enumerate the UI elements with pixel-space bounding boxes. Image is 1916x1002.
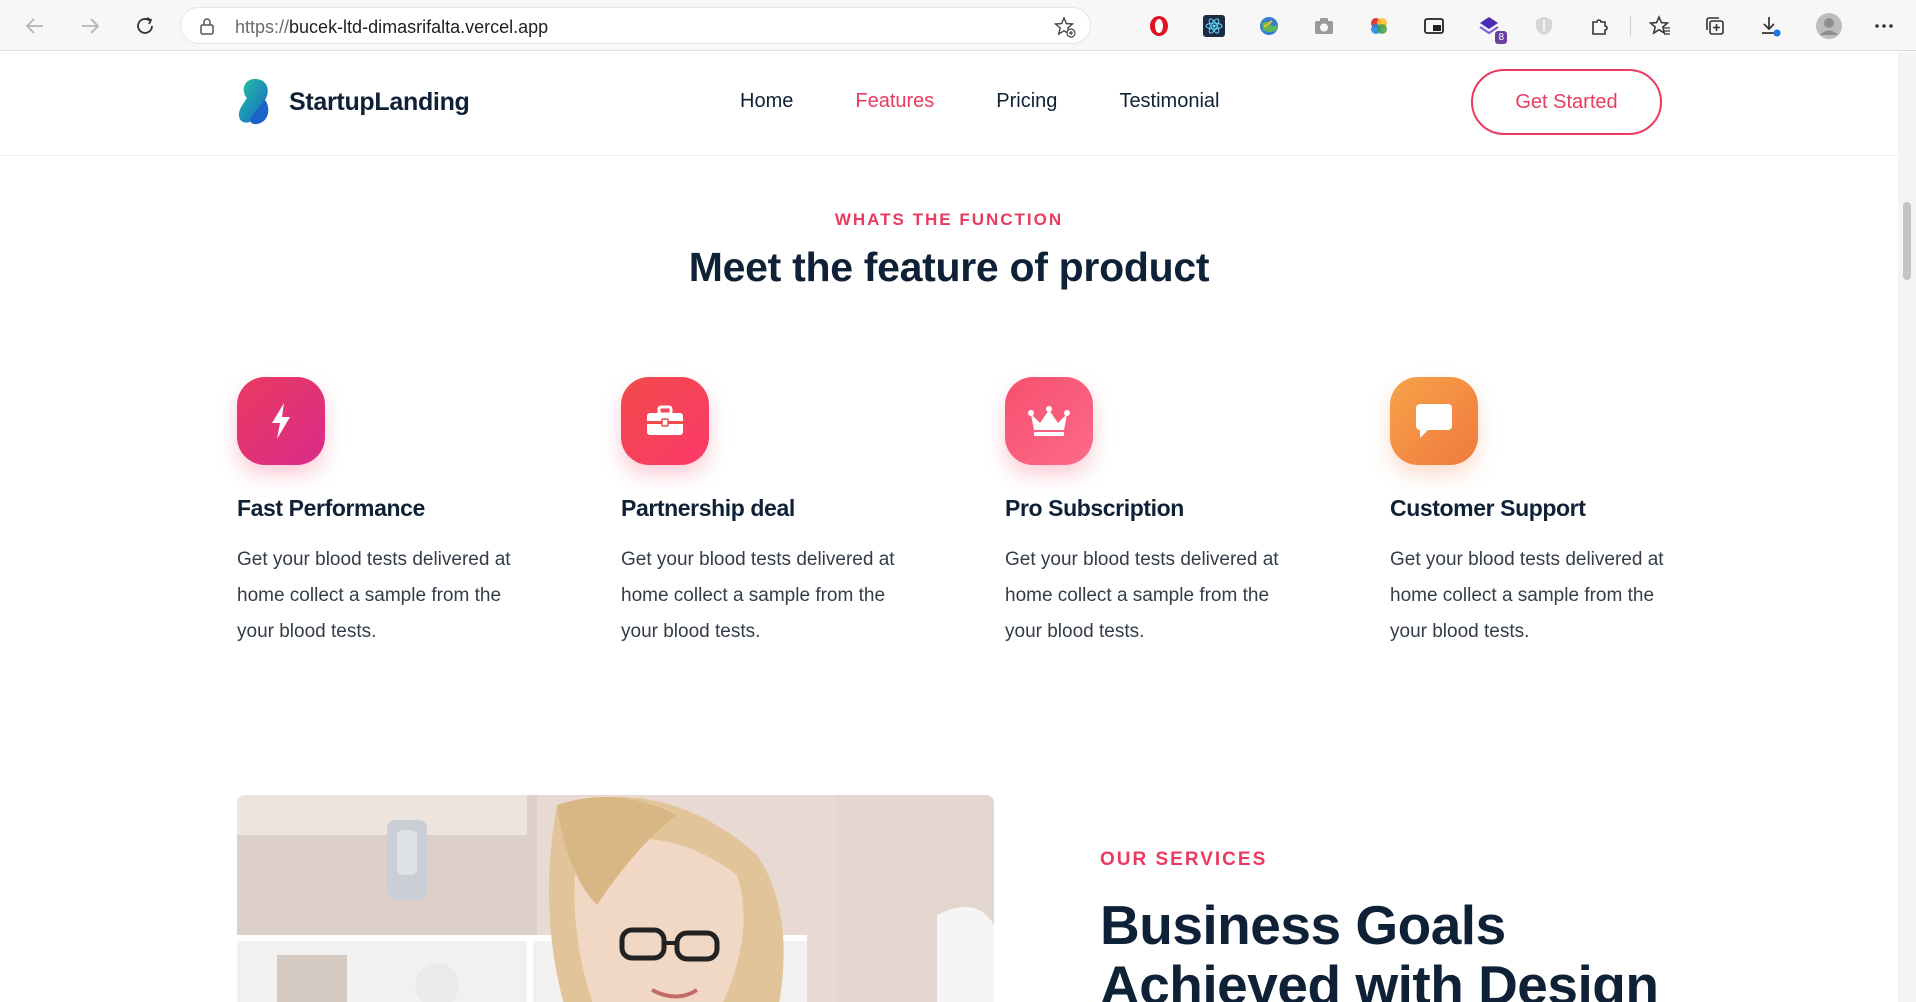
- stack-extension-icon[interactable]: 8: [1475, 12, 1507, 44]
- woman-with-glasses-image: [237, 795, 994, 1002]
- toolbar-divider: [1630, 16, 1631, 36]
- arrow-left-icon: [25, 18, 43, 34]
- extension-badge: 8: [1495, 31, 1507, 44]
- feature-title: Partnership deal: [621, 495, 795, 521]
- feature-description: Get your blood tests delivered at home c…: [1005, 549, 1279, 642]
- picture-in-picture-icon[interactable]: [1420, 12, 1448, 40]
- main-nav: Home Features Pricing Testimonial: [740, 90, 1281, 113]
- reload-icon: [137, 17, 153, 34]
- favorites-icon[interactable]: [1646, 12, 1674, 40]
- page-scrollbar[interactable]: [1898, 52, 1916, 1002]
- feature-card-fast-performance: Fast Performance Get your blood tests de…: [237, 377, 537, 650]
- downloads-icon[interactable]: [1756, 12, 1784, 40]
- feature-title: Fast Performance: [237, 495, 425, 521]
- feature-title: Pro Subscription: [1005, 495, 1184, 521]
- lock-icon: [199, 17, 215, 40]
- url-host: bucek-ltd-dimasrifalta.vercel.app: [289, 17, 549, 37]
- nav-home[interactable]: Home: [740, 90, 793, 113]
- opera-extension-icon[interactable]: [1145, 12, 1173, 40]
- services-photo: [237, 795, 994, 1002]
- scrollbar-thumb[interactable]: [1903, 202, 1911, 280]
- arrow-right-icon: [82, 18, 100, 34]
- brand-logo[interactable]: StartupLanding: [237, 78, 470, 126]
- add-favorite-icon[interactable]: [1053, 16, 1076, 43]
- feature-icon-box: [1005, 377, 1093, 465]
- back-button[interactable]: [21, 12, 49, 40]
- brand-name: StartupLanding: [289, 87, 470, 116]
- nav-pricing[interactable]: Pricing: [996, 90, 1057, 113]
- address-bar[interactable]: https://bucek-ltd-dimasrifalta.vercel.ap…: [180, 7, 1091, 44]
- reload-button[interactable]: [131, 12, 159, 40]
- feature-icon-box: [1390, 377, 1478, 465]
- feature-card-customer-support: Customer Support Get your blood tests de…: [1390, 377, 1690, 650]
- lightning-icon: [272, 403, 290, 439]
- profile-avatar-icon[interactable]: [1815, 12, 1843, 40]
- url-protocol: https://: [235, 17, 290, 37]
- briefcase-icon: [647, 405, 683, 435]
- color-picker-icon[interactable]: [1365, 12, 1393, 40]
- feature-card-partnership-deal: Partnership deal Get your blood tests de…: [621, 377, 921, 650]
- feature-card-pro-subscription: Pro Subscription Get your blood tests de…: [1005, 377, 1305, 650]
- browser-toolbar: https://bucek-ltd-dimasrifalta.vercel.ap…: [0, 0, 1916, 51]
- logo-mark-icon: [238, 79, 269, 125]
- services-kicker: OUR SERVICES: [1100, 849, 1268, 870]
- site-header: StartupLanding Home Features Pricing Tes…: [0, 52, 1898, 156]
- feature-description: Get your blood tests delivered at home c…: [1390, 549, 1664, 642]
- feature-title: Customer Support: [1390, 495, 1586, 521]
- globe-extension-icon[interactable]: [1255, 12, 1283, 40]
- more-menu-icon[interactable]: [1870, 12, 1898, 40]
- features-title: Meet the feature of product: [688, 244, 1210, 290]
- crown-icon: [1028, 406, 1070, 436]
- nav-testimonial[interactable]: Testimonial: [1119, 90, 1219, 113]
- forward-button[interactable]: [76, 12, 104, 40]
- extensions-puzzle-icon[interactable]: [1585, 12, 1613, 40]
- feature-description: Get your blood tests delivered at home c…: [621, 549, 895, 642]
- feature-icon-box: [237, 377, 325, 465]
- collections-icon[interactable]: [1701, 12, 1729, 40]
- chat-icon: [1416, 404, 1452, 438]
- services-title: Business Goals Achieved with Design: [1100, 894, 1659, 1002]
- shield-extension-icon[interactable]: [1530, 12, 1558, 40]
- camera-icon[interactable]: [1310, 12, 1338, 40]
- feature-icon-box: [621, 377, 709, 465]
- feature-description: Get your blood tests delivered at home c…: [237, 549, 511, 642]
- nav-features[interactable]: Features: [855, 90, 934, 113]
- get-started-button[interactable]: Get Started: [1471, 69, 1662, 135]
- react-devtools-icon[interactable]: [1200, 12, 1228, 40]
- url-text[interactable]: https://bucek-ltd-dimasrifalta.vercel.ap…: [235, 17, 548, 38]
- features-kicker: WHATS THE FUNCTION: [834, 210, 1064, 229]
